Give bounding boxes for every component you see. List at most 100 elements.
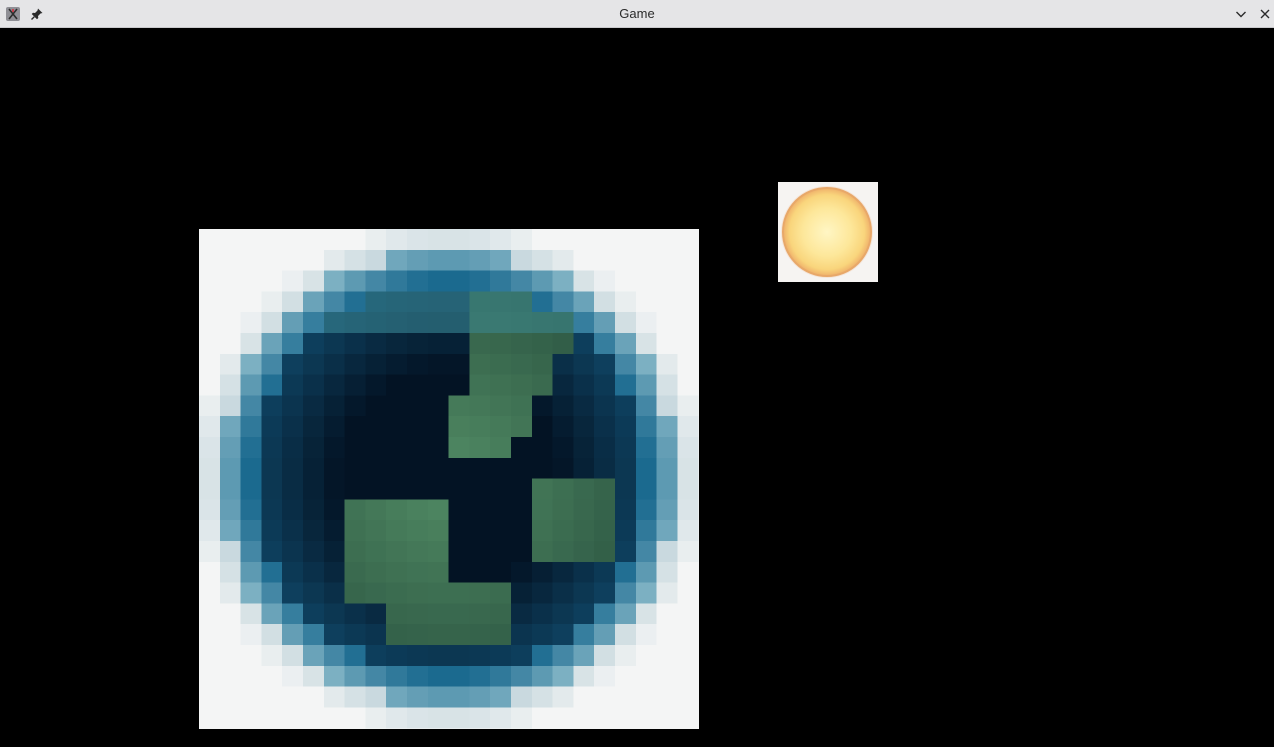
earth-pixel [365, 624, 387, 646]
earth-pixel [261, 229, 283, 251]
earth-pixel [344, 270, 366, 292]
earth-pixel [199, 582, 221, 604]
earth-pixel [303, 478, 325, 500]
earth-pixel [615, 353, 637, 376]
earth-pixel [386, 561, 408, 584]
earth-pixel [469, 686, 491, 708]
earth-pixel [199, 312, 221, 334]
earth-pixel [261, 686, 283, 708]
sun-sprite [778, 182, 878, 282]
earth-pixel [677, 229, 699, 251]
earth-pixel [323, 541, 346, 563]
earth-pixel [323, 333, 346, 355]
earth-pixel [594, 665, 616, 688]
earth-pixel [199, 499, 221, 521]
earth-sprite [199, 229, 699, 729]
earth-pixel [219, 374, 242, 396]
earth-pixel [427, 645, 450, 667]
earth-pixel [199, 249, 221, 272]
earth-pixel [511, 333, 533, 355]
earth-pixel [677, 291, 699, 313]
earth-pixel [594, 520, 616, 542]
earth-pixel [635, 312, 658, 334]
earth-pixel [303, 333, 325, 355]
earth-pixel [282, 457, 304, 480]
earth-pixel [573, 478, 595, 500]
earth-pixel [490, 270, 512, 292]
earth-pixel [490, 645, 512, 667]
earth-pixel [240, 665, 262, 688]
earth-pixel [635, 582, 658, 604]
earth-pixel [531, 374, 554, 396]
earth-pixel [635, 457, 658, 480]
earth-pixel [677, 437, 699, 459]
earth-pixel [552, 520, 574, 542]
window-titlebar[interactable]: Game [0, 0, 1274, 28]
earth-pixel [261, 395, 283, 417]
earth-pixel [511, 686, 533, 708]
earth-pixel [677, 249, 699, 272]
app-icon[interactable] [3, 4, 23, 24]
earth-pixel [448, 478, 470, 500]
earth-pixel [261, 270, 283, 292]
earth-pixel [407, 333, 429, 355]
earth-pixel [427, 707, 450, 729]
earth-pixel [448, 249, 470, 272]
earth-pixel [677, 333, 699, 355]
earth-pixel [261, 291, 283, 313]
earth-pixel [469, 499, 491, 521]
close-button[interactable] [1255, 4, 1274, 24]
earth-pixel [635, 499, 658, 521]
earth-pixel [365, 499, 387, 521]
earth-pixel [199, 686, 221, 708]
minimize-button[interactable] [1231, 4, 1251, 24]
earth-pixel [344, 229, 366, 251]
earth-pixel [594, 374, 616, 396]
earth-pixel [469, 333, 491, 355]
earth-pixel [303, 603, 325, 625]
earth-pixel [615, 520, 637, 542]
earth-pixel [511, 249, 533, 272]
earth-pixel [407, 520, 429, 542]
game-canvas[interactable] [0, 28, 1274, 747]
earth-pixel [677, 416, 699, 438]
earth-pixel [490, 478, 512, 500]
earth-pixel [573, 457, 595, 480]
earth-pixel [323, 457, 346, 480]
earth-pixel [282, 707, 304, 729]
earth-pixel [219, 665, 242, 688]
app-logo-icon [6, 7, 20, 21]
earth-pixel [594, 395, 616, 417]
earth-pixel [386, 520, 408, 542]
earth-pixel [594, 291, 616, 313]
earth-pixel [407, 395, 429, 417]
earth-pixel [552, 333, 574, 355]
earth-pixel [531, 561, 554, 584]
earth-pixel [323, 624, 346, 646]
earth-pixel [469, 541, 491, 563]
earth-pixel [469, 478, 491, 500]
earth-pixel [656, 645, 678, 667]
earth-pixel [448, 229, 470, 251]
earth-pixel [531, 478, 554, 500]
earth-pixel [552, 353, 574, 376]
earth-pixel [344, 249, 366, 272]
earth-pixel [490, 437, 512, 459]
earth-pixel [552, 270, 574, 292]
earth-pixel [344, 416, 366, 438]
earth-pixel [365, 395, 387, 417]
earth-pixel [323, 374, 346, 396]
earth-pixel [407, 374, 429, 396]
earth-pixel [344, 478, 366, 500]
pin-button[interactable] [27, 4, 47, 24]
earth-pixel [282, 395, 304, 417]
earth-pixel [635, 353, 658, 376]
earth-pixel [594, 353, 616, 376]
earth-pixel [615, 707, 637, 729]
earth-pixel [490, 686, 512, 708]
earth-pixel [573, 291, 595, 313]
earth-pixel [199, 270, 221, 292]
earth-pixel [448, 645, 470, 667]
earth-pixel [677, 395, 699, 417]
earth-pixel [344, 291, 366, 313]
